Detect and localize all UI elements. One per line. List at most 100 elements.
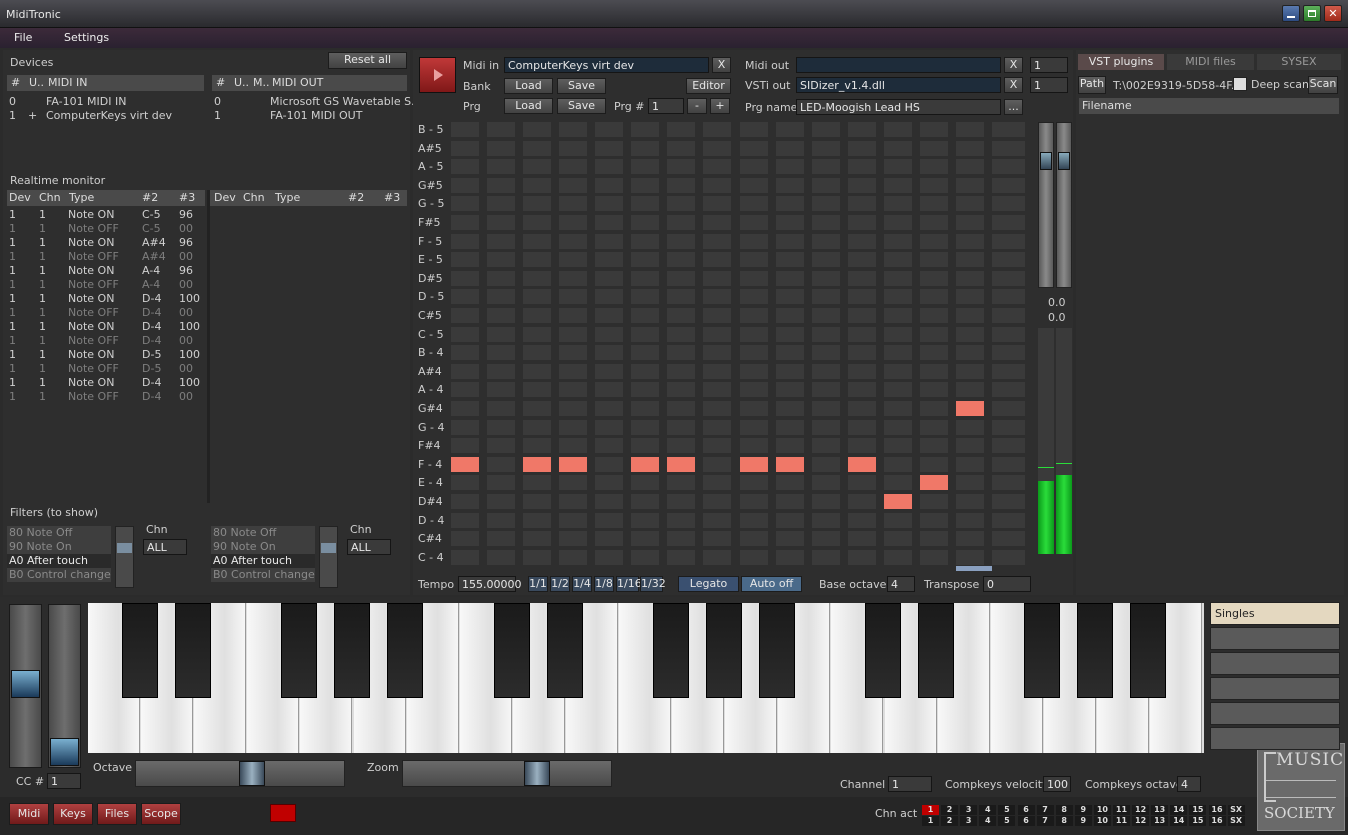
filter-scrollbar[interactable] xyxy=(319,526,338,588)
grid-cell[interactable] xyxy=(776,233,804,249)
grid-cell[interactable] xyxy=(559,531,587,547)
grid-cell[interactable] xyxy=(812,345,840,361)
grid-cell[interactable] xyxy=(487,512,515,528)
grid-cell[interactable] xyxy=(523,494,551,509)
grid-cell[interactable] xyxy=(703,196,731,212)
grid-cell[interactable] xyxy=(884,308,912,323)
grid-cell[interactable] xyxy=(595,531,623,547)
tab-files[interactable]: Files xyxy=(97,803,137,825)
filter-item[interactable]: 90 Note On xyxy=(7,540,111,554)
filter-item[interactable]: 90 Note On xyxy=(211,540,315,554)
grid-cell[interactable] xyxy=(523,270,551,286)
grid-cell[interactable] xyxy=(776,494,804,509)
grid-cell[interactable] xyxy=(740,345,768,361)
grid-cell[interactable] xyxy=(523,382,551,398)
black-key[interactable] xyxy=(918,603,955,698)
grid-cell[interactable] xyxy=(487,531,515,547)
channel-activity-cell[interactable]: 5 xyxy=(998,816,1016,826)
grid-cell[interactable] xyxy=(595,345,623,361)
grid-cell[interactable] xyxy=(667,549,695,565)
grid-cell[interactable] xyxy=(631,122,659,137)
channel-activity-cell[interactable]: 8 xyxy=(1055,805,1073,815)
black-key[interactable] xyxy=(758,603,795,698)
grid-cell[interactable] xyxy=(703,401,731,416)
grid-cell[interactable] xyxy=(740,270,768,286)
grid-cell[interactable] xyxy=(992,308,1025,323)
channel-activity-cell[interactable]: 2 xyxy=(941,816,959,826)
grid-cell[interactable] xyxy=(451,549,479,565)
grid-cell[interactable] xyxy=(595,363,623,379)
menu-file[interactable]: File xyxy=(14,31,32,44)
grid-cell[interactable] xyxy=(776,196,804,212)
grid-cell[interactable] xyxy=(631,475,659,491)
grid-cell[interactable] xyxy=(487,233,515,249)
grid-cell[interactable] xyxy=(884,196,912,212)
grid-cell[interactable] xyxy=(848,382,876,398)
grid-cell[interactable] xyxy=(559,494,587,509)
grid-cell[interactable] xyxy=(812,494,840,509)
list-item[interactable]: 0 Microsoft GS Wavetable S... xyxy=(214,95,422,108)
grid-cell[interactable] xyxy=(884,401,912,416)
grid-cell[interactable] xyxy=(884,122,912,137)
channel-activity-cell[interactable]: 6 xyxy=(1017,816,1035,826)
grid-cell[interactable] xyxy=(703,140,731,156)
tab-keys[interactable]: Keys xyxy=(53,803,93,825)
grid-cell[interactable] xyxy=(740,215,768,230)
division-button[interactable]: 1/16 xyxy=(616,576,642,592)
grid-cell[interactable] xyxy=(956,549,984,565)
grid-cell[interactable] xyxy=(812,308,840,323)
grid-cell[interactable] xyxy=(992,140,1025,156)
tempo-field[interactable]: 155.00000 xyxy=(458,576,522,592)
grid-cell[interactable] xyxy=(523,549,551,565)
grid-cell[interactable] xyxy=(740,401,768,416)
grid-cell[interactable] xyxy=(956,512,984,528)
grid-cell[interactable] xyxy=(667,289,695,305)
grid-cell[interactable] xyxy=(523,512,551,528)
grid-cell[interactable] xyxy=(740,438,768,454)
grid-cell[interactable] xyxy=(776,215,804,230)
grid-cell[interactable] xyxy=(920,363,948,379)
grid-cell[interactable] xyxy=(956,196,984,212)
black-key[interactable] xyxy=(865,603,902,698)
base-octave-field[interactable]: 4 xyxy=(887,576,915,592)
black-key[interactable] xyxy=(122,603,158,698)
grid-cell[interactable] xyxy=(848,494,876,509)
grid-cell[interactable] xyxy=(703,382,731,398)
channel-activity-cell[interactable]: 7 xyxy=(1036,805,1054,815)
grid-cell[interactable] xyxy=(920,177,948,193)
grid-cell[interactable] xyxy=(920,456,948,472)
grid-cell[interactable] xyxy=(812,456,840,472)
grid-cell[interactable] xyxy=(920,159,948,175)
grid-cell[interactable] xyxy=(812,177,840,193)
grid-cell[interactable] xyxy=(487,345,515,361)
grid-cell[interactable] xyxy=(703,419,731,435)
grid-cell[interactable] xyxy=(667,494,695,509)
grid-cell[interactable] xyxy=(848,215,876,230)
grid-cell[interactable] xyxy=(559,159,587,175)
grid-cell[interactable] xyxy=(884,549,912,565)
grid-cell[interactable] xyxy=(631,252,659,268)
grid-cell[interactable] xyxy=(667,252,695,268)
grid-cell[interactable] xyxy=(920,494,948,509)
grid-cell[interactable] xyxy=(631,419,659,435)
grid-cell[interactable] xyxy=(487,549,515,565)
grid-cell[interactable] xyxy=(812,475,840,491)
channel-activity-cell[interactable]: 13 xyxy=(1151,816,1169,826)
filter-chn-select[interactable]: ALL xyxy=(143,539,187,555)
grid-cell[interactable] xyxy=(451,270,479,286)
grid-cell[interactable] xyxy=(631,159,659,175)
grid-cell[interactable] xyxy=(487,382,515,398)
filter-item[interactable]: A0 After touch xyxy=(211,554,315,568)
grid-cell[interactable] xyxy=(884,512,912,528)
channel-activity-cell[interactable]: 12 xyxy=(1132,816,1150,826)
grid-cell[interactable] xyxy=(667,215,695,230)
grid-cell[interactable] xyxy=(776,177,804,193)
grid-cell[interactable] xyxy=(920,382,948,398)
channel-activity-cell[interactable]: 15 xyxy=(1189,816,1207,826)
grid-cell[interactable] xyxy=(631,140,659,156)
grid-cell[interactable] xyxy=(667,233,695,249)
grid-cell[interactable] xyxy=(776,363,804,379)
grid-cell[interactable] xyxy=(595,196,623,212)
grid-cell[interactable] xyxy=(595,233,623,249)
grid-cell[interactable] xyxy=(667,382,695,398)
